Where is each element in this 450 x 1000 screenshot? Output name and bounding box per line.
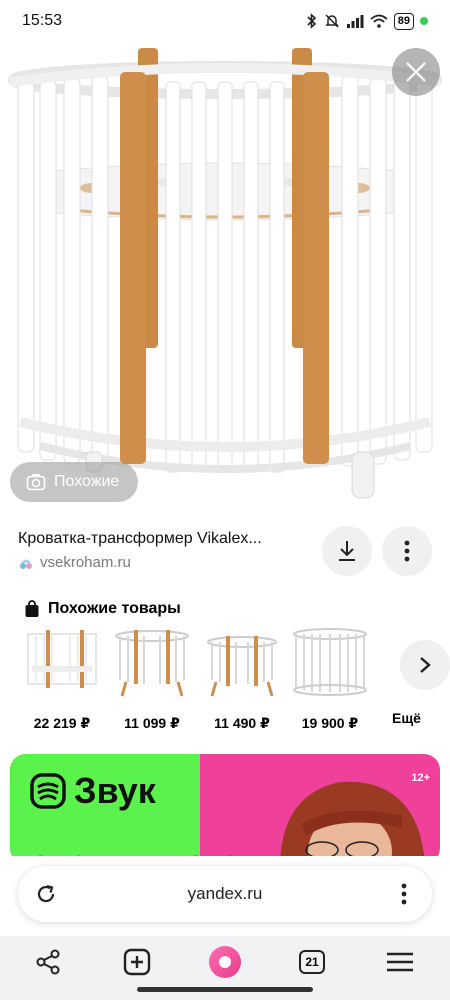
download-button[interactable] (322, 526, 372, 576)
more-products-button[interactable] (400, 640, 450, 690)
product-card[interactable]: 22 219 ₽ (22, 626, 102, 732)
more-options-button[interactable] (382, 526, 432, 576)
product-card[interactable]: 19 900 ₽ (290, 626, 370, 732)
product-info: Кроватка-трансформер Vikalex... vsekroha… (0, 518, 450, 588)
ad-age-rating: 12+ (411, 772, 430, 784)
product-thumbnail (293, 628, 367, 696)
product-price: 22 219 ₽ (33, 715, 91, 731)
product-title[interactable]: Кроватка-трансформер Vikalex... (18, 530, 308, 548)
alice-assistant-icon (209, 946, 241, 978)
status-bar: 15:53 89 (0, 0, 450, 42)
ad-brand: Звук (74, 770, 156, 811)
new-tab-button[interactable] (115, 940, 159, 984)
more-products-label[interactable]: Ещё (392, 710, 421, 726)
chevron-right-icon (420, 657, 431, 673)
reload-icon (37, 884, 55, 903)
shopping-bag-icon (25, 600, 39, 617)
crib-image (8, 48, 442, 499)
share-button[interactable] (26, 940, 70, 984)
product-price: 11 099 ₽ (124, 715, 180, 731)
home-indicator[interactable] (137, 987, 313, 992)
plus-square-icon (123, 948, 151, 976)
product-card[interactable]: 11 099 ₽ (112, 626, 192, 732)
product-price: 11 490 ₽ (214, 715, 270, 731)
signal-icon (346, 15, 364, 28)
reload-button[interactable] (32, 880, 60, 908)
similar-images-button[interactable]: Похожие (10, 462, 138, 502)
product-thumbnail (27, 630, 97, 688)
kebab-menu-icon (401, 883, 407, 905)
status-time: 15:53 (22, 12, 63, 29)
alice-button[interactable] (203, 940, 247, 984)
source-domain: vsekroham.ru (40, 554, 131, 571)
bottom-nav: 21 (0, 936, 450, 1000)
product-thumbnail (115, 630, 189, 697)
address-bar[interactable]: yandex.ru (18, 866, 432, 922)
ad-banner[interactable]: Звук очень много 12+ (10, 754, 440, 864)
privacy-dot (420, 17, 428, 25)
kebab-menu-icon (404, 540, 410, 562)
mute-icon (324, 14, 339, 28)
tabs-button[interactable]: 21 (290, 940, 334, 984)
product-price: 19 900 ₽ (301, 715, 359, 731)
tab-count: 21 (299, 950, 325, 974)
address-url[interactable]: yandex.ru (18, 866, 432, 922)
similar-products-title: Похожие товары (48, 600, 181, 617)
download-icon (339, 541, 355, 561)
address-area: yandex.ru (0, 856, 450, 936)
share-icon (36, 949, 60, 975)
product-card[interactable]: 11 490 ₽ (202, 626, 282, 732)
site-favicon-icon (20, 559, 32, 569)
close-icon (406, 62, 426, 82)
zvuk-logo-icon (30, 773, 66, 809)
ad-logo: Звук (30, 770, 156, 812)
hamburger-menu-icon (387, 952, 413, 972)
menu-button[interactable] (378, 940, 422, 984)
similar-products-list: 22 219 ₽ 11 099 ₽ 11 490 ₽ 19 900 ₽ Ещё (18, 626, 450, 736)
battery-indicator: 89 (393, 12, 414, 30)
product-thumbnail (207, 636, 277, 697)
source-link[interactable]: vsekroham.ru (18, 554, 131, 571)
camera-search-icon (26, 474, 46, 491)
similar-products-header: Похожие товары (24, 600, 181, 618)
status-icons: 89 (306, 12, 428, 30)
product-image[interactable]: Похожие (0, 42, 450, 512)
similar-images-label: Похожие (54, 473, 120, 490)
bluetooth-icon (307, 13, 316, 29)
close-button[interactable] (392, 48, 440, 96)
address-menu-button[interactable] (390, 880, 418, 908)
wifi-icon (370, 14, 388, 28)
